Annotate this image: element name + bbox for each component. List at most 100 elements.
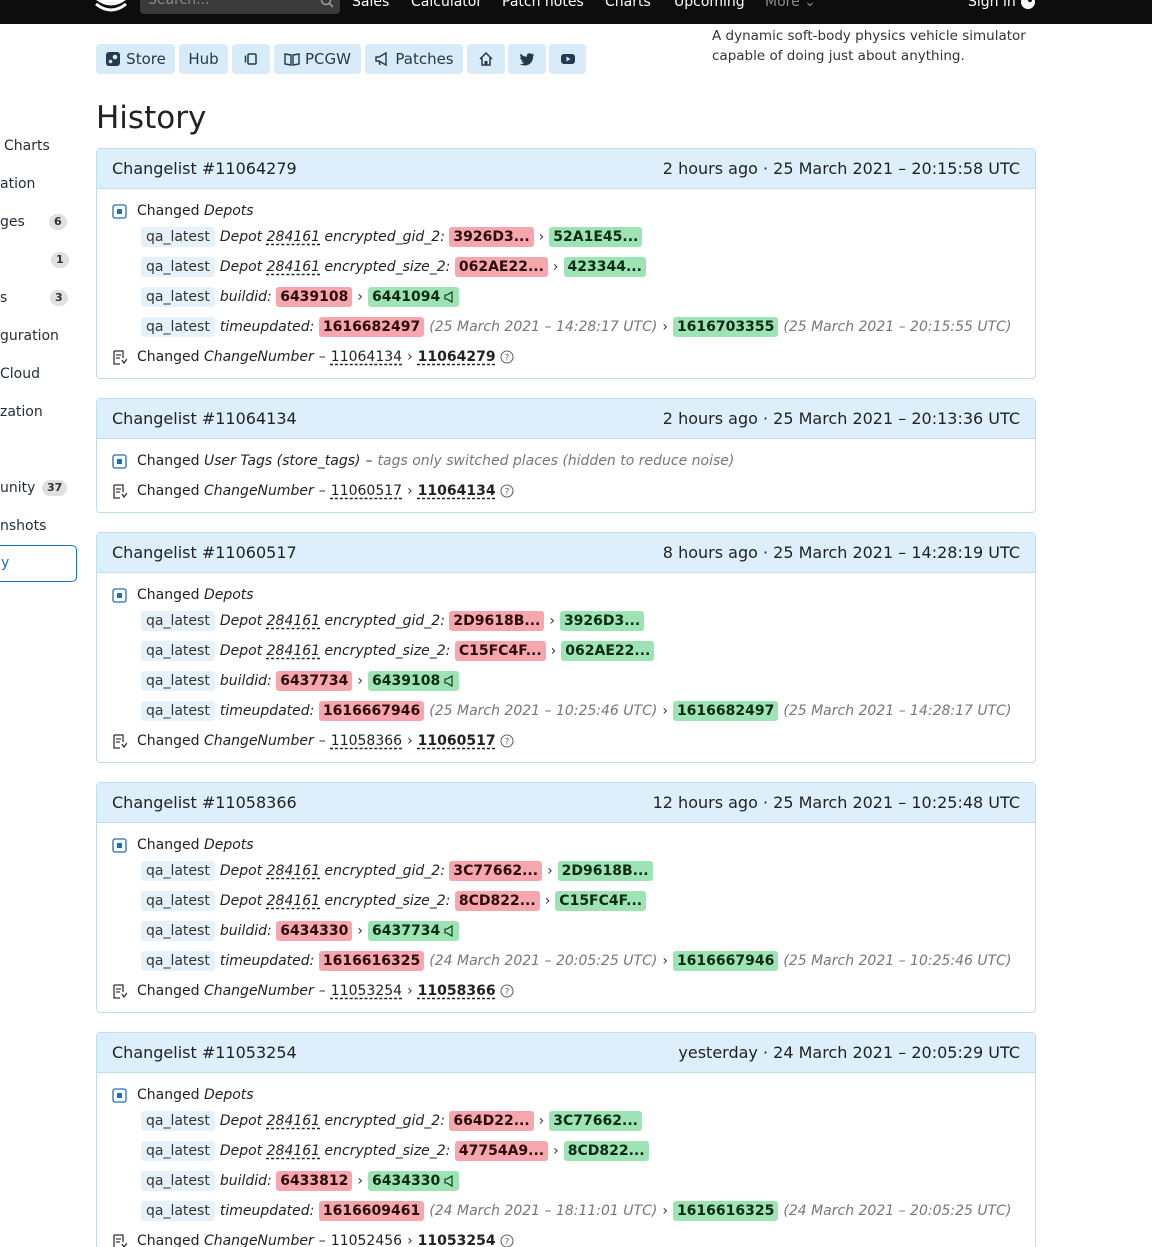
changenumber-new[interactable]: 11060517 <box>418 733 496 749</box>
patches-button[interactable]: Patches <box>365 44 463 74</box>
sidebar-item-community[interactable]: unity 37 <box>0 473 76 503</box>
help-icon[interactable]: ? <box>500 734 514 748</box>
steamdb-logo-icon[interactable] <box>94 0 128 16</box>
changenumber-old[interactable]: 11060517 <box>331 483 402 499</box>
changenumber-icon <box>113 483 127 499</box>
sidebar-item-history[interactable]: y <box>0 545 77 582</box>
branch-name: qa_latest <box>141 1201 215 1221</box>
branch-name: qa_latest <box>141 921 215 941</box>
size-key: encrypted_size_2: <box>324 893 451 909</box>
sidebar-item-dlc[interactable]: 1 <box>0 245 76 275</box>
timeupdated-row: qa_latest timeupdated: 1616616325 (24 Marc… <box>141 946 1011 976</box>
changenumber-new[interactable]: 11064279 <box>418 349 496 365</box>
sidebar-item-localization[interactable]: zation <box>0 397 76 427</box>
branch-name: qa_latest <box>141 257 215 277</box>
sidebar-item-information[interactable]: ation <box>0 169 76 199</box>
youtube-button[interactable] <box>549 44 586 74</box>
pcgw-button[interactable]: PCGW <box>274 44 361 74</box>
changenumber-old[interactable]: 11064134 <box>331 349 402 365</box>
old-timestamp: (25 March 2021 – 10:25:46 UTC) <box>429 703 658 719</box>
changelist-title[interactable]: Changelist #11064134 <box>112 409 297 428</box>
changed-label: Changed <box>137 1233 200 1247</box>
changenumber-key: ChangeNumber <box>203 983 314 999</box>
changenumber-old[interactable]: 11052456 <box>331 1233 402 1247</box>
twitter-icon <box>519 53 534 66</box>
sidebar-item-depots[interactable]: s3 <box>0 283 76 313</box>
branch-name: qa_latest <box>141 1141 215 1161</box>
changelist-title[interactable]: Changelist #11058366 <box>112 793 297 812</box>
new-value: 6441094 <box>368 287 460 307</box>
store-button[interactable]: Store <box>96 44 175 74</box>
help-icon[interactable]: ? <box>500 1234 514 1247</box>
tags-key: User Tags (store_tags) <box>203 453 361 469</box>
build-new-text: 6437734 <box>372 923 441 939</box>
twitter-button[interactable] <box>508 44 546 74</box>
dash: – <box>318 483 326 499</box>
size-key: encrypted_size_2: <box>324 259 451 275</box>
new-value: 062AE22... <box>561 641 655 661</box>
nav-patch-notes[interactable]: Patch notes <box>502 0 584 10</box>
nav-charts[interactable]: Charts <box>605 0 651 10</box>
patchnotes-icon[interactable] <box>443 291 455 303</box>
timeupdated-key: timeupdated: <box>219 319 315 335</box>
depot-id-link[interactable]: 284161 <box>267 259 320 275</box>
patchnotes-icon[interactable] <box>443 925 455 937</box>
depot-id-link[interactable]: 284161 <box>267 863 320 879</box>
sidebar-item-packages[interactable]: ges 6 <box>0 207 76 237</box>
changenumber-old[interactable]: 11053254 <box>331 983 402 999</box>
changenumber-old[interactable]: 11058366 <box>331 733 402 749</box>
depot-size-row: qa_latest Depot 284161 encrypted_size_2: … <box>141 1136 649 1166</box>
dash: – <box>365 453 373 469</box>
sidebar-item-label: nshots <box>0 518 47 534</box>
changenumber-new[interactable]: 11058366 <box>418 983 496 999</box>
sidebar-item-cloud[interactable]: Cloud <box>0 359 76 389</box>
nav-more[interactable]: More ⌄ <box>765 0 816 10</box>
nav-upcoming[interactable]: Upcoming <box>674 0 745 10</box>
related-apps-button[interactable] <box>232 44 270 74</box>
sign-in-link[interactable]: Sign in <box>968 0 1036 10</box>
depot-id-link[interactable]: 284161 <box>267 1143 320 1159</box>
homepage-button[interactable] <box>467 44 505 74</box>
depot-key: Depot <box>219 259 263 275</box>
patchnotes-icon[interactable] <box>443 1175 455 1187</box>
depot-id-link[interactable]: 284161 <box>267 1113 320 1129</box>
sidebar-item-configuration[interactable]: guration <box>0 321 76 351</box>
arrow: › <box>662 703 668 719</box>
store-label: Store <box>126 50 166 68</box>
changelist-title[interactable]: Changelist #11064279 <box>112 159 297 178</box>
arrow: › <box>357 673 364 689</box>
buildid-key: buildid: <box>219 1173 272 1189</box>
depot-id-link[interactable]: 284161 <box>267 893 320 909</box>
buildid-key: buildid: <box>219 289 272 305</box>
arrow: › <box>547 863 553 879</box>
search-placeholder: Search... <box>148 0 210 8</box>
search-input[interactable]: Search... <box>140 0 340 14</box>
nav-sales[interactable]: Sales <box>352 0 389 10</box>
sidebar-item-screenshots[interactable]: nshots <box>0 511 76 541</box>
depots-key: Depots <box>203 1087 254 1103</box>
depot-id-link[interactable]: 284161 <box>267 613 320 629</box>
changenumber-new[interactable]: 11053254 <box>418 1233 496 1247</box>
changelist-title[interactable]: Changelist #11060517 <box>112 543 297 562</box>
changenumber-icon <box>113 1233 127 1247</box>
changenumber-new[interactable]: 11064134 <box>418 483 496 499</box>
patchnotes-icon[interactable] <box>443 675 455 687</box>
help-icon[interactable]: ? <box>500 484 514 498</box>
help-icon[interactable]: ? <box>500 984 514 998</box>
arrow: › <box>357 923 364 939</box>
depot-gid-row: qa_latest Depot 284161 encrypted_gid_2: 6… <box>141 1106 642 1136</box>
hub-button[interactable]: Hub <box>179 44 228 74</box>
new-value: 2D9618B... <box>557 861 653 881</box>
depot-id-link[interactable]: 284161 <box>267 643 320 659</box>
nav-calculator[interactable]: Calculator <box>411 0 482 10</box>
youtube-icon <box>560 54 575 64</box>
depot-id-link[interactable]: 284161 <box>267 229 320 245</box>
new-value: 1616703355 <box>672 317 779 337</box>
changelist-title[interactable]: Changelist #11053254 <box>112 1043 297 1062</box>
depot-key: Depot <box>219 229 263 245</box>
help-icon[interactable]: ? <box>500 350 514 364</box>
sidebar-item-charts[interactable]: Charts <box>0 131 76 161</box>
app-description: A dynamic soft-body physics vehicle simu… <box>712 28 1026 64</box>
changed-label: Changed <box>137 733 200 749</box>
new-value: 6437734 <box>368 921 460 941</box>
